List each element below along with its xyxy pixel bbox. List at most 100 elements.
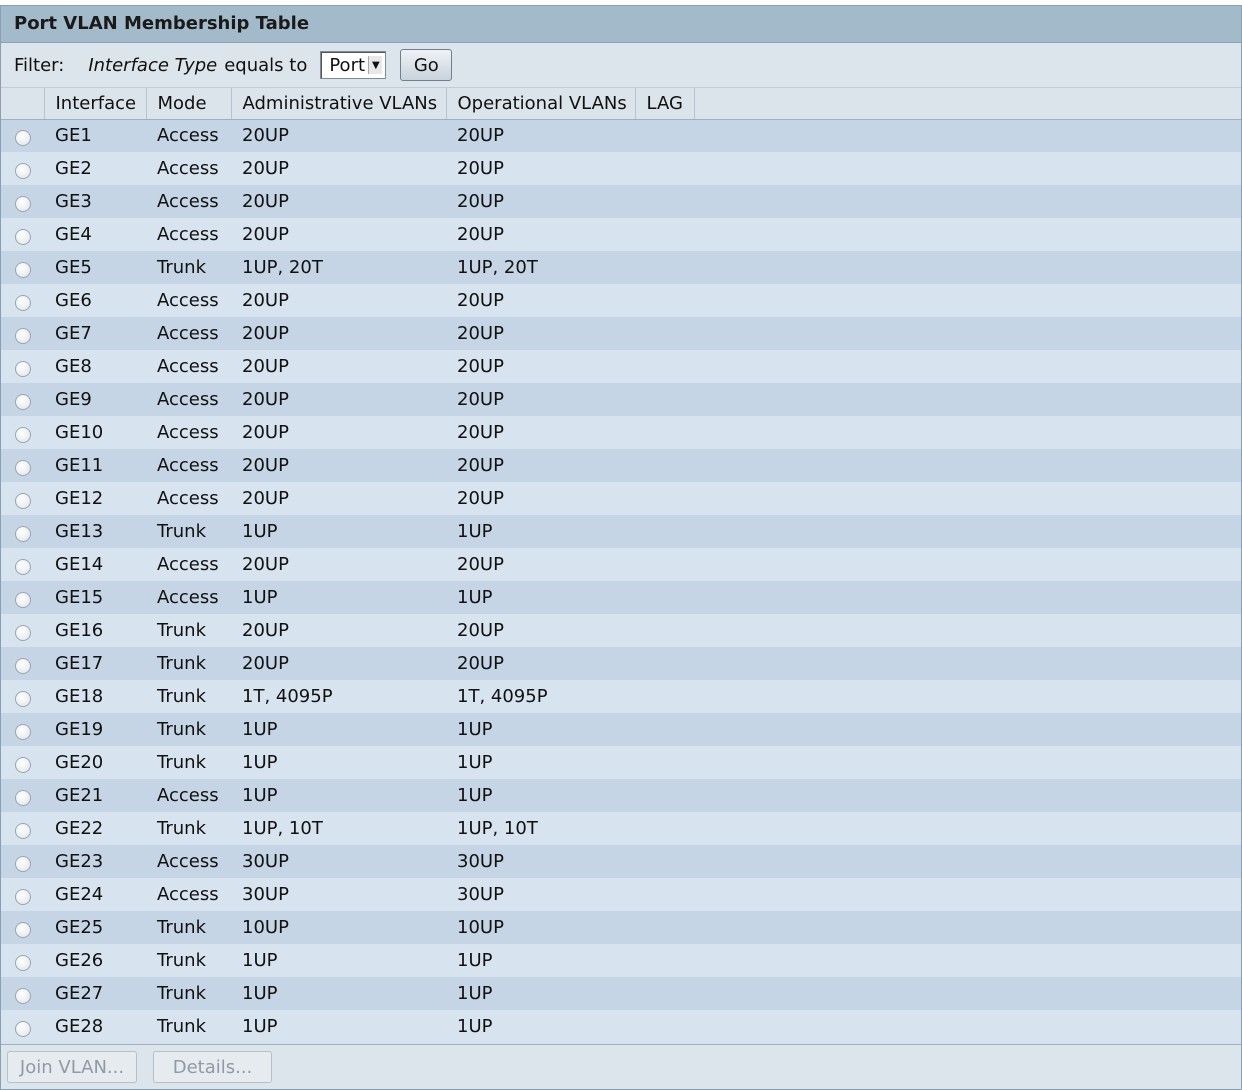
radio-button[interactable] [14, 229, 31, 245]
go-button[interactable]: Go [400, 49, 453, 81]
radio-button[interactable] [14, 757, 31, 773]
table-row[interactable]: GE5 Trunk 1UP, 20T 1UP, 20T [1, 251, 1241, 284]
row-select[interactable] [1, 317, 44, 350]
details-button[interactable]: Details... [153, 1051, 272, 1083]
radio-button[interactable] [14, 889, 31, 905]
table-row[interactable]: GE24 Access 30UP 30UP [1, 878, 1241, 911]
table-row[interactable]: GE10 Access 20UP 20UP [1, 416, 1241, 449]
row-select[interactable] [1, 845, 44, 878]
radio-button[interactable] [14, 460, 31, 476]
table-row[interactable]: GE7 Access 20UP 20UP [1, 317, 1241, 350]
table-row[interactable]: GE27 Trunk 1UP 1UP [1, 977, 1241, 1010]
table-row[interactable]: GE21 Access 1UP 1UP [1, 779, 1241, 812]
table-row[interactable]: GE15 Access 1UP 1UP [1, 581, 1241, 614]
row-select[interactable] [1, 218, 44, 251]
vlan-membership-table: Interface Mode Administrative VLANs Oper… [1, 88, 1241, 1043]
radio-button[interactable] [14, 592, 31, 608]
table-row[interactable]: GE12 Access 20UP 20UP [1, 482, 1241, 515]
table-row[interactable]: GE9 Access 20UP 20UP [1, 383, 1241, 416]
row-select[interactable] [1, 1010, 44, 1043]
radio-button[interactable] [14, 790, 31, 806]
radio-button[interactable] [14, 856, 31, 872]
row-select[interactable] [1, 746, 44, 779]
join-vlan-button[interactable]: Join VLAN... [7, 1051, 137, 1083]
row-select[interactable] [1, 779, 44, 812]
cell-interface: GE24 [55, 884, 104, 905]
interface-type-select[interactable]: Port ▼ [320, 51, 387, 79]
row-select[interactable] [1, 548, 44, 581]
radio-button[interactable] [14, 724, 31, 740]
row-select[interactable] [1, 185, 44, 218]
row-select[interactable] [1, 647, 44, 680]
row-select[interactable] [1, 614, 44, 647]
radio-button[interactable] [14, 823, 31, 839]
table-row[interactable]: GE25 Trunk 10UP 10UP [1, 911, 1241, 944]
radio-button[interactable] [14, 361, 31, 377]
header-mode[interactable]: Mode [146, 88, 232, 120]
table-row[interactable]: GE23 Access 30UP 30UP [1, 845, 1241, 878]
table-row[interactable]: GE3 Access 20UP 20UP [1, 185, 1241, 218]
cell-lag [635, 779, 694, 812]
radio-button[interactable] [14, 559, 31, 575]
table-row[interactable]: GE6 Access 20UP 20UP [1, 284, 1241, 317]
radio-button[interactable] [14, 130, 31, 147]
row-select[interactable] [1, 284, 44, 317]
table-row[interactable]: GE28 Trunk 1UP 1UP [1, 1010, 1241, 1043]
table-row[interactable]: GE19 Trunk 1UP 1UP [1, 713, 1241, 746]
row-select[interactable] [1, 482, 44, 515]
row-select[interactable] [1, 515, 44, 548]
radio-button[interactable] [14, 196, 31, 212]
row-select[interactable] [1, 581, 44, 614]
table-row[interactable]: GE16 Trunk 20UP 20UP [1, 614, 1241, 647]
radio-button[interactable] [14, 394, 31, 410]
radio-button[interactable] [14, 1021, 31, 1037]
row-select[interactable] [1, 944, 44, 977]
row-select[interactable] [1, 416, 44, 449]
radio-button[interactable] [14, 691, 31, 707]
radio-button[interactable] [14, 163, 31, 179]
table-row[interactable]: GE8 Access 20UP 20UP [1, 350, 1241, 383]
row-select[interactable] [1, 812, 44, 845]
row-select[interactable] [1, 713, 44, 746]
radio-button[interactable] [14, 922, 31, 938]
table-row[interactable]: GE20 Trunk 1UP 1UP [1, 746, 1241, 779]
radio-button[interactable] [14, 988, 31, 1004]
radio-button[interactable] [14, 328, 31, 344]
row-select[interactable] [1, 449, 44, 482]
table-row[interactable]: GE17 Trunk 20UP 20UP [1, 647, 1241, 680]
table-row[interactable]: GE1 Access 20UP 20UP [1, 119, 1241, 152]
table-row[interactable]: GE2 Access 20UP 20UP [1, 152, 1241, 185]
table-row[interactable]: GE22 Trunk 1UP, 10T 1UP, 10T [1, 812, 1241, 845]
row-select[interactable] [1, 977, 44, 1010]
radio-button[interactable] [14, 262, 31, 278]
table-row[interactable]: GE18 Trunk 1T, 4095P 1T, 4095P [1, 680, 1241, 713]
cell-mode: Trunk [157, 521, 206, 542]
chevron-down-icon[interactable]: ▼ [368, 56, 383, 74]
header-lag[interactable]: LAG [635, 88, 695, 120]
row-select[interactable] [1, 251, 44, 284]
row-select[interactable] [1, 152, 44, 185]
table-row[interactable]: GE4 Access 20UP 20UP [1, 218, 1241, 251]
row-select[interactable] [1, 680, 44, 713]
radio-button[interactable] [14, 625, 31, 641]
radio-button[interactable] [14, 526, 31, 542]
row-select[interactable] [1, 878, 44, 911]
header-oper-vlans[interactable]: Operational VLANs [446, 88, 636, 120]
table-row[interactable]: GE14 Access 20UP 20UP [1, 548, 1241, 581]
table-row[interactable]: GE26 Trunk 1UP 1UP [1, 944, 1241, 977]
radio-button[interactable] [14, 955, 31, 971]
table-row[interactable]: GE13 Trunk 1UP 1UP [1, 515, 1241, 548]
row-select[interactable] [1, 119, 44, 152]
radio-button[interactable] [14, 658, 31, 674]
radio-button[interactable] [14, 427, 31, 443]
cell-lag [635, 680, 694, 713]
row-select[interactable] [1, 911, 44, 944]
table-row[interactable]: GE11 Access 20UP 20UP [1, 449, 1241, 482]
row-select[interactable] [1, 350, 44, 383]
header-admin-vlans[interactable]: Administrative VLANs [231, 88, 447, 120]
radio-button[interactable] [14, 493, 31, 509]
radio-button[interactable] [14, 295, 31, 311]
header-interface[interactable]: Interface [44, 88, 147, 120]
row-select[interactable] [1, 383, 44, 416]
cell-interface: GE21 [55, 785, 104, 806]
